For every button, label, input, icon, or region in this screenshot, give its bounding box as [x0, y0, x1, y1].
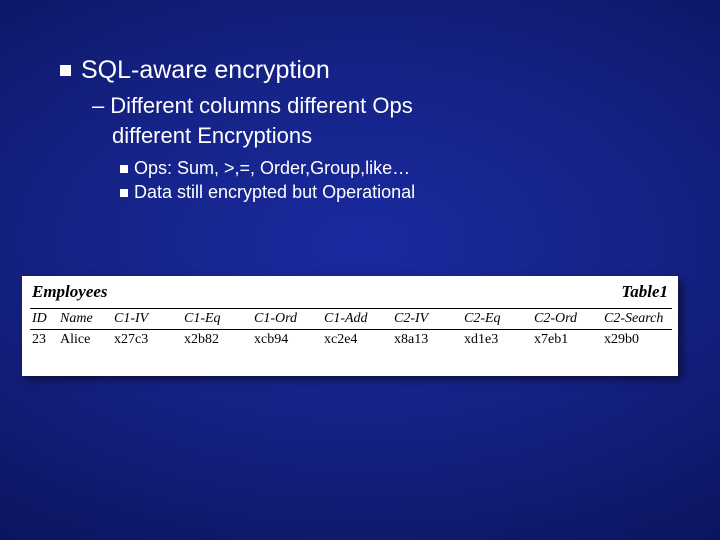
table-titles-row: Employees Table1: [30, 282, 670, 308]
td-name: Alice: [58, 330, 104, 351]
bullet-level3-a: Ops: Sum, >,=, Order,Group,like…: [120, 157, 660, 180]
th-c1eq: C1-Eq: [182, 309, 252, 330]
th-c1ord: C1-Ord: [252, 309, 322, 330]
td-id: 23: [30, 330, 58, 351]
table-figure: Employees Table1 ID Name C1-IV C1-Eq C1-…: [22, 276, 678, 376]
td-c2eq: xd1e3: [462, 330, 532, 351]
table-right-title: Table1: [621, 282, 668, 302]
th-c2eq: C2-Eq: [462, 309, 532, 330]
th-c2iv: C2-IV: [392, 309, 462, 330]
bullet-level2-line2: different Encryptions: [112, 122, 660, 150]
bullet-level1: SQL-aware encryption: [60, 55, 660, 86]
td-c1ord: xcb94: [252, 330, 322, 351]
th-c1iv: C1-IV: [112, 309, 182, 330]
data-table: ID Name C1-IV C1-Eq C1-Ord C1-Add C2-IV …: [30, 308, 672, 350]
td-c1iv: x27c3: [112, 330, 182, 351]
td-c2ord: x7eb1: [532, 330, 602, 351]
th-id: ID: [30, 309, 58, 330]
slide-content: SQL-aware encryption –Different columns …: [60, 55, 660, 204]
sub1-text-line1: Different columns different Ops: [110, 93, 412, 118]
square-bullet-icon: [120, 165, 128, 173]
th-c2search: C2-Search: [602, 309, 672, 330]
table-row: 23 Alice x27c3 x2b82 xcb94 xc2e4 x8a13 x…: [30, 330, 672, 351]
table-left-title: Employees: [32, 282, 108, 302]
td-gap: [104, 330, 112, 351]
table-header-row: ID Name C1-IV C1-Eq C1-Ord C1-Add C2-IV …: [30, 309, 672, 330]
th-c2ord: C2-Ord: [532, 309, 602, 330]
td-c2iv: x8a13: [392, 330, 462, 351]
bullet-level2-line1: –Different columns different Ops: [92, 92, 660, 120]
td-c2search: x29b0: [602, 330, 672, 351]
square-bullet-icon: [60, 65, 71, 76]
th-gap: [104, 309, 112, 330]
td-c1add: xc2e4: [322, 330, 392, 351]
bullet-level3-b: Data still encrypted but Operational: [120, 181, 660, 204]
sub2a-text: Ops: Sum, >,=, Order,Group,like…: [134, 158, 410, 178]
td-c1eq: x2b82: [182, 330, 252, 351]
sub1-text-line2: different Encryptions: [112, 123, 312, 148]
th-name: Name: [58, 309, 104, 330]
dash-bullet-icon: –: [92, 93, 104, 118]
th-c1add: C1-Add: [322, 309, 392, 330]
main-heading: SQL-aware encryption: [81, 56, 330, 84]
square-bullet-icon: [120, 189, 128, 197]
sub2b-text: Data still encrypted but Operational: [134, 182, 415, 202]
